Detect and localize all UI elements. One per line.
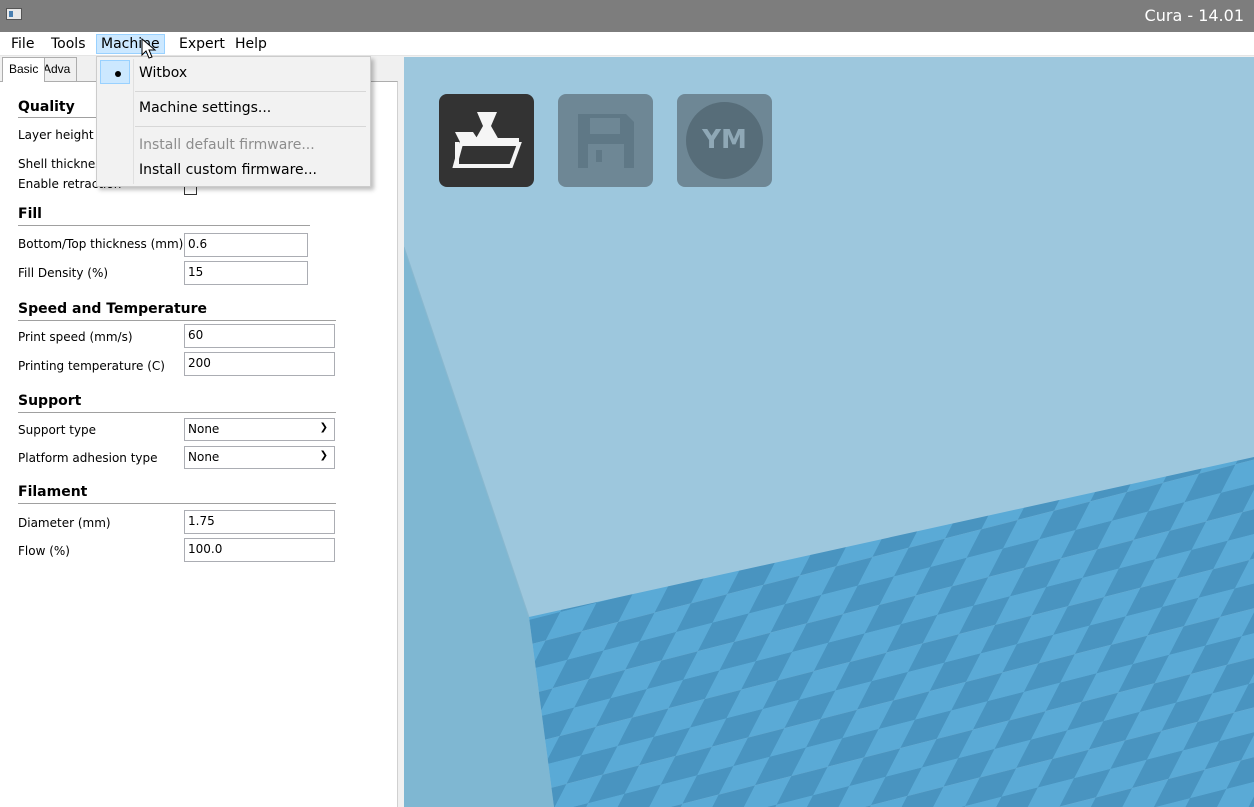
window-title: Cura - 14.01 [1144,6,1244,25]
support-type-label: Support type [18,423,97,437]
bottom-top-thickness-field[interactable]: 0.6 [184,233,308,257]
menu-separator [135,91,366,92]
platform-adhesion-value: None [188,450,220,464]
fill-density-label: Fill Density (%) [18,266,109,280]
menu-expert[interactable]: Expert [174,34,230,54]
save-toolpath-button[interactable] [558,94,653,187]
platform-adhesion-label: Platform adhesion type [18,451,158,465]
menu-item-machine-settings[interactable]: Machine settings... [139,100,271,116]
flow-label: Flow (%) [18,544,70,558]
print-speed-field[interactable]: 60 [184,324,335,348]
menu-help[interactable]: Help [230,34,272,54]
basic-tab-page: Quality Layer height Shell thicknes Enab… [0,81,398,807]
youmagine-icon: YM [686,102,763,179]
chevron-down-icon: ❯ [319,422,328,433]
fill-density-field[interactable]: 15 [184,261,308,285]
section-divider [18,503,336,504]
bottom-top-thickness-label: Bottom/Top thickness (mm) [18,237,184,251]
section-divider [18,412,336,413]
section-filament-title: Filament [18,484,88,500]
diameter-label: Diameter (mm) [18,516,111,530]
menu-item-witbox[interactable]: Witbox [139,65,187,81]
support-type-select[interactable]: None ❯ [184,418,335,441]
section-divider [18,225,310,226]
floppy-disk-icon [578,114,634,168]
load-folder-icon [452,112,522,168]
print-temperature-label: Printing temperature (C) [18,359,165,373]
section-speed-title: Speed and Temperature [18,301,207,317]
section-divider [18,320,336,321]
menu-item-install-default-firmware: Install default firmware... [139,137,315,153]
menu-check-highlight [100,60,130,84]
tab-basic[interactable]: Basic [2,57,46,82]
chevron-down-icon: ❯ [319,450,328,461]
support-type-value: None [188,422,220,436]
diameter-field[interactable]: 1.75 [184,510,335,534]
menu-tools[interactable]: Tools [46,34,91,54]
menu-file[interactable]: File [6,34,39,54]
menu-separator [135,126,366,127]
title-bar: Cura - 14.01 [0,0,1254,32]
machine-menu-dropdown: Witbox Machine settings... Install defau… [96,56,371,187]
section-quality-title: Quality [18,99,75,115]
print-speed-label: Print speed (mm/s) [18,330,133,344]
menu-item-install-custom-firmware[interactable]: Install custom firmware... [139,162,317,178]
shell-thickness-label: Shell thicknes [18,157,102,171]
app-icon[interactable] [6,8,22,20]
3d-viewport[interactable]: YM [404,57,1254,807]
mouse-cursor-icon [141,38,157,59]
radio-bullet-icon [115,71,121,77]
flow-field[interactable]: 100.0 [184,538,335,562]
load-model-button[interactable] [439,94,534,187]
section-support-title: Support [18,393,82,409]
platform-adhesion-select[interactable]: None ❯ [184,446,335,469]
menu-gutter [133,59,134,184]
layer-height-label: Layer height [18,128,94,142]
menu-bar: File Tools Machine Expert Help [0,32,1254,56]
youmagine-button[interactable]: YM [677,94,772,187]
print-temperature-field[interactable]: 200 [184,352,335,376]
section-fill-title: Fill [18,206,42,222]
